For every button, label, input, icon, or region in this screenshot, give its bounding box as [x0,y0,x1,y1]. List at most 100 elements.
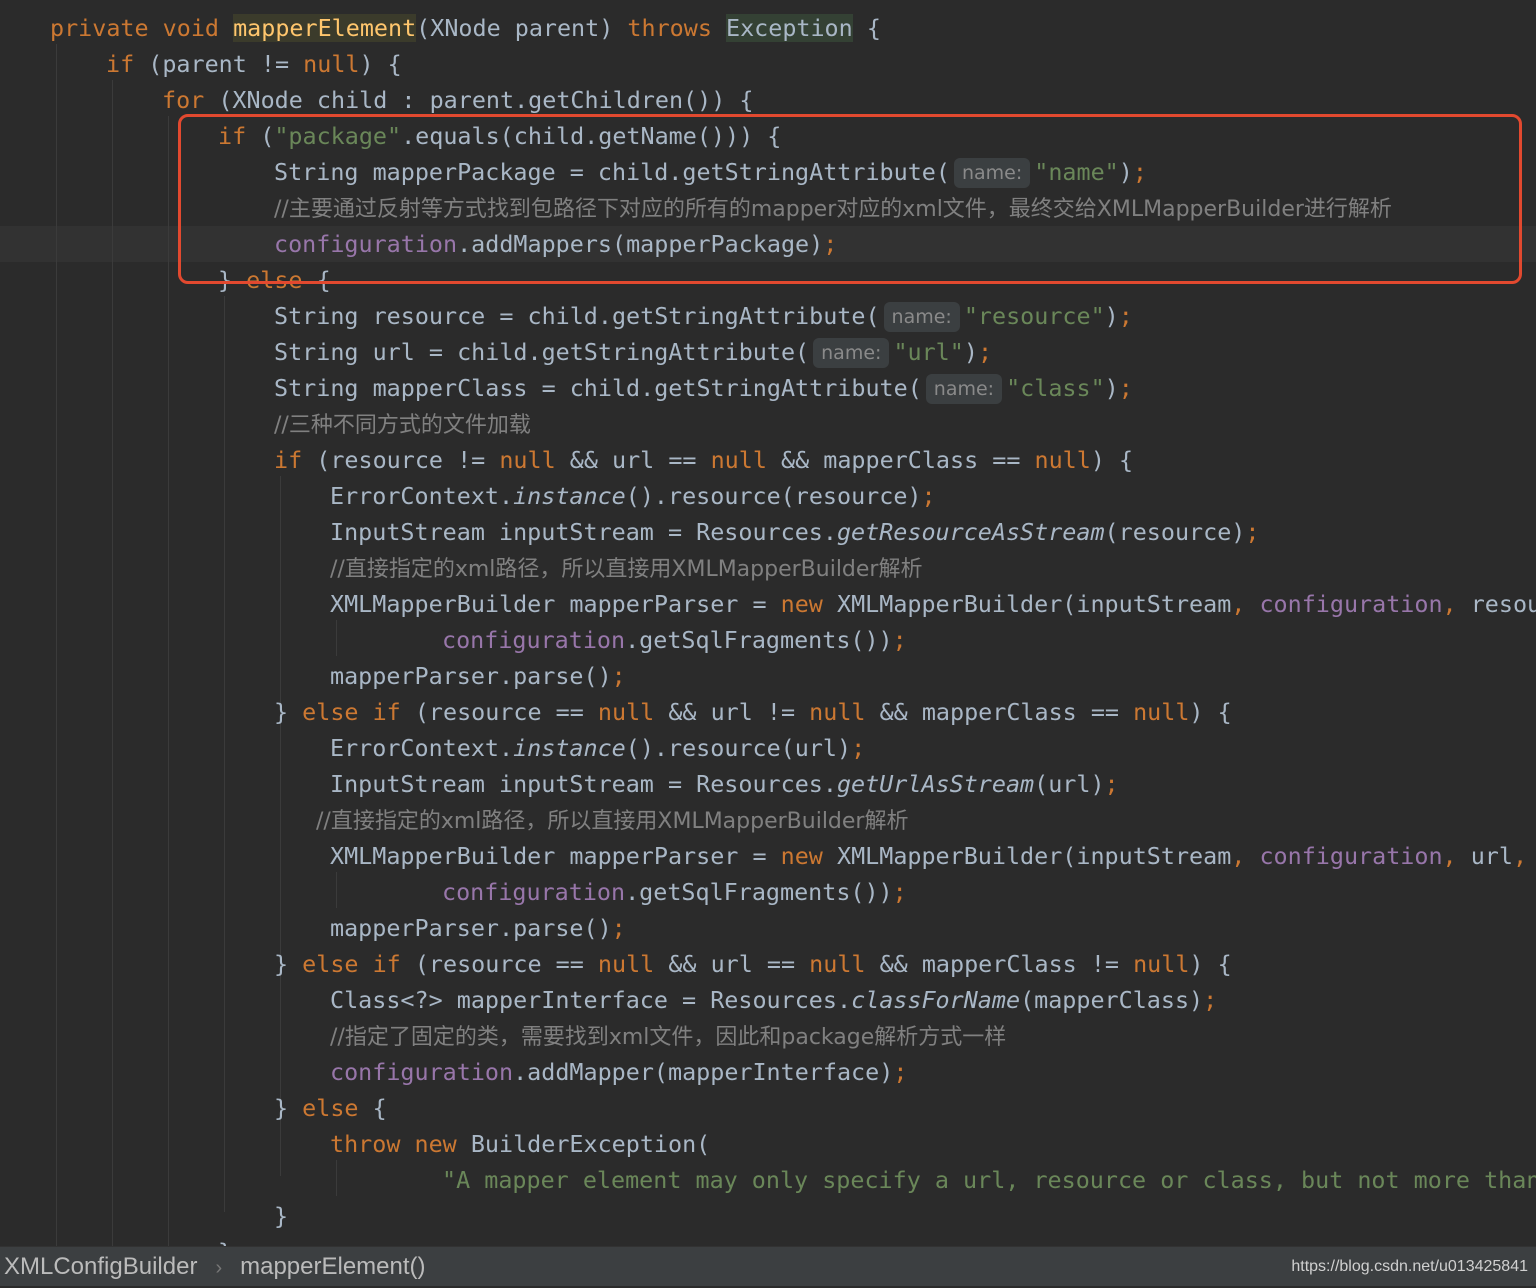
indent-guide [224,296,225,1212]
code-line[interactable]: String mapperClass = child.getStringAttr… [274,370,1133,406]
code-line[interactable]: ErrorContext.instance().resource(resourc… [330,478,936,514]
code-token: configuration [330,1058,514,1086]
code-line[interactable]: configuration.addMapper(mapperInterface)… [330,1054,907,1090]
code-token: null [597,698,669,726]
code-token: mapperParser.parse() [330,914,612,942]
code-token: ; [1245,518,1260,546]
code-token: (url) [1034,770,1105,798]
code-token: private void [50,14,234,42]
code-editor[interactable]: private void mapperElement(XNode parent)… [0,0,1536,1246]
code-line[interactable]: } [218,1234,232,1246]
code-line[interactable]: //三种不同方式的文件加载 [274,406,531,442]
code-token: && url != [668,698,810,726]
code-token: if [106,50,149,78]
code-token: "url" [893,338,964,366]
code-line[interactable]: for (XNode child : parent.getChildren())… [162,82,753,118]
code-token: null [809,698,880,726]
code-token: new [780,842,837,870]
code-line[interactable]: String url = child.getStringAttribute(na… [274,334,992,370]
code-line[interactable]: configuration.getSqlFragments()); [442,622,907,658]
code-token: "A mapper element may only specify a url… [442,1166,1536,1194]
code-token: null [303,50,360,78]
code-token: resou [1470,590,1536,618]
code-token: getUrlAsStream [836,770,1035,798]
indent-guide [56,44,57,1246]
code-token: ) { [1189,698,1232,726]
code-token: .getSqlFragments()) [625,878,893,906]
code-token: XMLMapperBuilder mapperParser = [330,842,781,870]
parameter-hint: name: [813,338,890,368]
code-token: ) { [1189,950,1232,978]
code-token: (resource == [414,698,598,726]
code-line[interactable]: mapperParser.parse(); [330,910,626,946]
code-line[interactable]: configuration.getSqlFragments()); [442,874,907,910]
code-token: else if [302,698,415,726]
code-line[interactable]: ErrorContext.instance().resource(url); [330,730,865,766]
parameter-hint: name: [883,302,960,332]
code-token: { [852,14,881,42]
breadcrumb-method[interactable]: mapperElement() [240,1253,425,1280]
code-token: mapperParser.parse() [330,662,612,690]
code-token: //直接指定的xml路径，所以直接用XMLMapperBuilder解析 [330,557,923,582]
code-line[interactable]: private void mapperElement(XNode parent)… [50,10,881,46]
code-token: throws [627,14,726,42]
highlight-annotation-box [178,114,1522,284]
code-line[interactable]: String resource = child.getStringAttribu… [274,298,1133,334]
code-token: (resource != [316,446,500,474]
code-token: , [1512,842,1528,870]
breadcrumb-separator-icon: › [215,1257,223,1279]
code-token: instance [513,482,626,510]
breadcrumb: XMLConfigBuilder › mapperElement() [4,1247,426,1287]
code-line[interactable]: if (parent != null) { [106,46,402,82]
code-token: //三种不同方式的文件加载 [274,413,531,438]
code-token: (XNode child : parent.getChildren()) { [218,86,754,114]
indent-guide [336,620,337,656]
code-token: null [1133,698,1190,726]
code-token: String resource = child.getStringAttribu… [274,302,880,330]
code-token: && mapperClass != [879,950,1134,978]
code-token: ErrorContext. [330,734,514,762]
code-token: instance [513,734,626,762]
code-line[interactable]: InputStream inputStream = Resources.getR… [330,514,1259,550]
code-line[interactable]: throw new BuilderException( [330,1126,710,1162]
code-line[interactable]: InputStream inputStream = Resources.getU… [330,766,1119,802]
code-token: //指定了固定的类，需要找到xml文件，因此和package解析方式一样 [330,1025,1007,1050]
code-line[interactable]: } else if (resource == null && url == nu… [274,946,1232,982]
code-line[interactable]: } else if (resource == null && url != nu… [274,694,1232,730]
code-line[interactable]: //直接指定的xml路径，所以直接用XMLMapperBuilder解析 [316,802,908,838]
code-line[interactable]: } else { [274,1090,387,1126]
code-line[interactable]: "A mapper element may only specify a url… [442,1162,1536,1198]
code-token: null [1133,950,1190,978]
indent-guide [168,116,169,1246]
code-line[interactable]: Class<?> mapperInterface = Resources.cla… [330,982,1217,1018]
indent-guide [336,872,337,908]
code-line[interactable]: XMLMapperBuilder mapperParser = new XMLM… [330,586,1536,622]
code-token: } [274,950,303,978]
code-token: null [710,446,781,474]
code-line[interactable]: if (resource != null && url == null && m… [274,442,1133,478]
code-token: ().resource(url) [625,734,852,762]
code-token: ) { [359,50,402,78]
code-token: { [372,1094,387,1122]
code-token: ; [611,914,626,942]
code-line[interactable]: } [274,1198,288,1234]
breadcrumb-class[interactable]: XMLConfigBuilder [4,1253,197,1280]
code-token: && url == [569,446,711,474]
code-token: Class<?> mapperInterface = Resources. [330,986,852,1014]
code-token: for [162,86,219,114]
code-token: getResourceAsStream [836,518,1105,546]
code-token: } [274,698,303,726]
code-token: ; [892,878,907,906]
code-token: InputStream inputStream = Resources. [330,518,837,546]
code-token: mapperElement [233,14,417,42]
code-token: XMLMapperBuilder(inputStream [836,842,1232,870]
code-line[interactable]: mapperParser.parse(); [330,658,626,694]
code-token: null [499,446,570,474]
status-bar: XMLConfigBuilder › mapperElement() https:/… [0,1246,1536,1286]
code-line[interactable]: //直接指定的xml路径，所以直接用XMLMapperBuilder解析 [330,550,922,586]
code-token: ; [1118,302,1133,330]
code-token: ().resource(resource) [625,482,922,510]
code-token: ErrorContext. [330,482,514,510]
code-line[interactable]: XMLMapperBuilder mapperParser = new XMLM… [330,838,1527,874]
code-line[interactable]: //指定了固定的类，需要找到xml文件，因此和package解析方式一样 [330,1018,1006,1054]
